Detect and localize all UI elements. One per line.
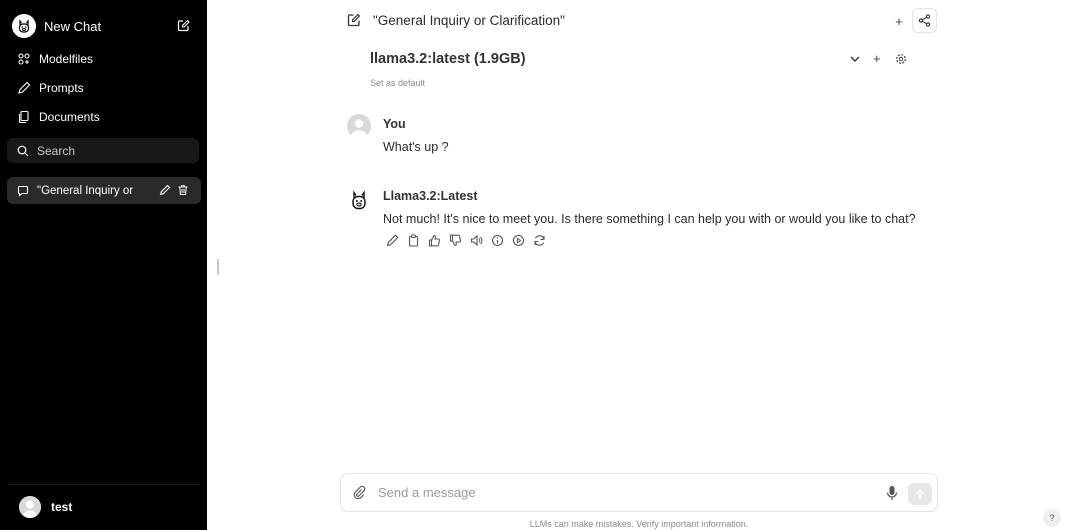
send-button[interactable] [908, 483, 932, 505]
continue-icon[interactable] [512, 234, 525, 247]
modelfiles-icon [17, 52, 31, 66]
search-input[interactable]: Search [7, 138, 199, 163]
message-actions [386, 234, 546, 247]
chevron-down-icon[interactable] [849, 53, 861, 65]
llama-logo-icon [12, 14, 36, 38]
add-model-icon[interactable]: + [873, 51, 881, 66]
share-button[interactable] [912, 8, 937, 33]
user-name: test [51, 500, 73, 514]
message-text: What's up ? [383, 140, 449, 154]
delete-chat-icon[interactable] [177, 184, 189, 196]
new-chat-label: New Chat [44, 18, 102, 34]
paperclip-icon[interactable] [353, 486, 366, 499]
set-default-link[interactable]: Set as default [370, 78, 425, 88]
documents-icon [17, 110, 31, 124]
message-author: Llama3.2:Latest [383, 189, 478, 203]
page-title: "General Inquiry or Clarification" [373, 13, 565, 28]
user-menu[interactable]: test [7, 493, 200, 521]
disclaimer-text: LLMs can make mistakes. Verify important… [529, 519, 749, 529]
share-icon [918, 14, 931, 27]
message-author: You [383, 117, 406, 131]
new-chat-plus-icon[interactable]: + [890, 12, 908, 30]
new-chat-button[interactable]: New Chat [7, 10, 200, 42]
regenerate-icon[interactable] [533, 234, 546, 247]
search-icon [17, 145, 29, 157]
copy-icon[interactable] [407, 234, 420, 247]
rename-chat-icon[interactable] [159, 184, 171, 196]
sidebar-item-label: Prompts [39, 81, 84, 95]
microphone-icon[interactable] [886, 485, 898, 501]
info-icon[interactable] [491, 234, 504, 247]
sidebar-item-label: Modelfiles [39, 52, 94, 66]
edit-title-icon[interactable] [347, 13, 361, 27]
thumbs-down-icon[interactable] [449, 234, 462, 247]
sidebar: New Chat Modelfiles Prompts Documents Se… [0, 0, 207, 530]
chat-list-item[interactable]: "General Inquiry or [7, 177, 201, 204]
chat-bubble-icon [17, 185, 29, 197]
sidebar-item-label: Documents [39, 110, 100, 124]
avatar [19, 496, 41, 518]
sidebar-resize-handle[interactable] [217, 259, 219, 275]
search-placeholder: Search [37, 143, 76, 158]
sidebar-item-modelfiles[interactable]: Modelfiles [7, 46, 200, 72]
llama-avatar-icon [347, 188, 371, 212]
message-text: Not much! It's nice to meet you. Is ther… [383, 212, 916, 226]
edit-icon[interactable] [386, 234, 399, 247]
compose-icon[interactable] [177, 19, 190, 32]
gear-icon[interactable] [895, 53, 907, 65]
thumbs-up-icon[interactable] [428, 234, 441, 247]
sidebar-divider [8, 484, 200, 485]
help-button[interactable]: ? [1043, 509, 1061, 527]
user-avatar [347, 114, 371, 138]
message-composer [340, 473, 938, 512]
speaker-icon[interactable] [470, 234, 483, 247]
model-selector[interactable]: llama3.2:latest (1.9GB) [370, 51, 526, 67]
message-input[interactable] [378, 485, 858, 500]
pencil-icon [17, 81, 31, 95]
arrow-up-icon [915, 488, 925, 499]
sidebar-item-prompts[interactable]: Prompts [7, 75, 200, 101]
chat-title: "General Inquiry or [37, 184, 133, 197]
sidebar-item-documents[interactable]: Documents [7, 104, 200, 130]
